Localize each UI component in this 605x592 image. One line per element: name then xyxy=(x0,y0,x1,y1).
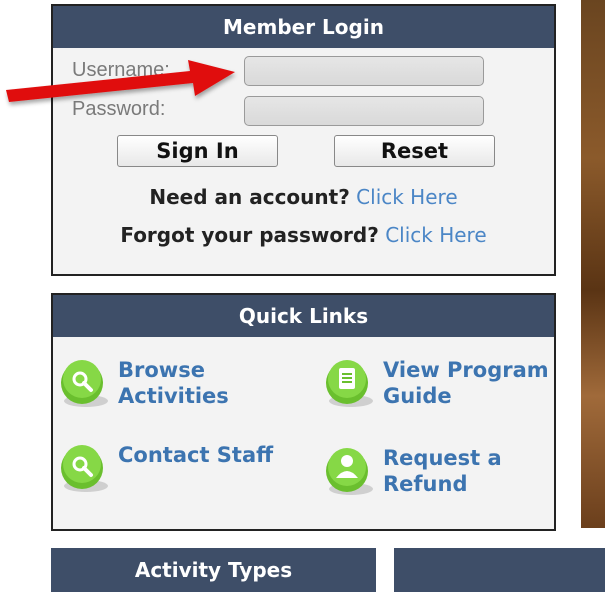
document-icon xyxy=(321,357,373,407)
view-program-guide-line1: View Program xyxy=(383,358,549,382)
forgot-password-line: Forgot your password? Click Here xyxy=(53,223,554,247)
need-account-question: Need an account? xyxy=(149,185,350,209)
reset-button[interactable]: Reset xyxy=(334,135,495,167)
secondary-panel-header xyxy=(394,548,605,592)
view-program-guide-line2: Guide xyxy=(383,384,452,408)
activity-types-header: Activity Types xyxy=(51,548,376,592)
username-input[interactable] xyxy=(244,56,484,86)
forgot-password-link[interactable]: Click Here xyxy=(385,223,486,247)
quick-link-browse-activities[interactable]: Browse Activities xyxy=(56,357,229,409)
red-arrow-icon xyxy=(6,60,235,102)
need-account-line: Need an account? Click Here xyxy=(53,185,554,209)
background-photo xyxy=(581,0,605,528)
sign-in-button[interactable]: Sign In xyxy=(117,135,278,167)
quick-links-title: Quick Links xyxy=(53,295,554,337)
forgot-password-question: Forgot your password? xyxy=(120,223,379,247)
search-icon xyxy=(56,442,108,492)
user-icon xyxy=(321,445,373,495)
need-account-link[interactable]: Click Here xyxy=(356,185,457,209)
quick-link-request-refund[interactable]: Request a Refund xyxy=(321,445,502,497)
password-input[interactable] xyxy=(244,96,484,126)
quick-links-panel: Quick Links Browse Activities View Progr… xyxy=(51,293,556,531)
request-refund-line2: Refund xyxy=(383,472,468,496)
quick-link-view-program-guide[interactable]: View Program Guide xyxy=(321,357,549,409)
browse-activities-line1: Browse xyxy=(118,358,205,382)
member-login-panel: Member Login Username: Password: Sign In… xyxy=(51,4,556,276)
search-icon xyxy=(56,357,108,407)
request-refund-line1: Request a xyxy=(383,446,502,470)
contact-staff-line1: Contact Staff xyxy=(118,443,274,467)
quick-link-contact-staff[interactable]: Contact Staff xyxy=(56,442,273,492)
browse-activities-line2: Activities xyxy=(118,384,229,408)
member-login-title: Member Login xyxy=(53,6,554,48)
